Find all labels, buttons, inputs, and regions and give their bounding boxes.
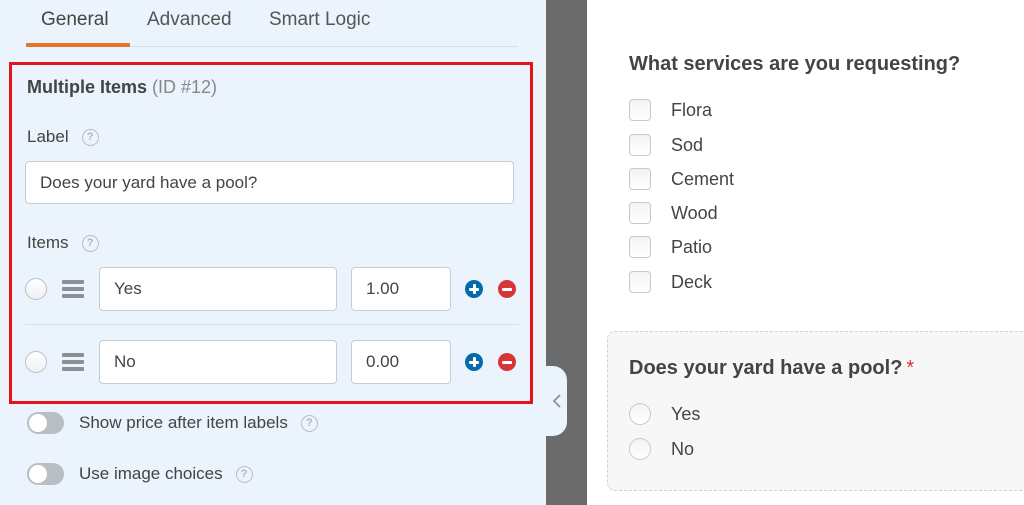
image-choices-label: Use image choices <box>79 464 223 483</box>
choice-price-input[interactable] <box>351 267 451 311</box>
pool-question-text: Does your yard have a pool? <box>629 357 903 379</box>
minus-circle-icon[interactable] <box>498 280 516 298</box>
radio[interactable] <box>629 403 651 425</box>
default-choice-radio[interactable] <box>25 278 47 300</box>
services-question: What services are you requesting? <box>629 53 961 75</box>
help-icon[interactable]: ? <box>81 234 99 252</box>
choice-label-input[interactable] <box>99 340 337 384</box>
checkbox[interactable] <box>629 168 651 190</box>
option-label: No <box>671 438 695 459</box>
plus-circle-icon[interactable] <box>465 280 483 298</box>
required-indicator: * <box>906 357 915 379</box>
services-option[interactable]: Patio <box>629 236 712 258</box>
show-price-toggle[interactable] <box>27 412 64 434</box>
option-label: Cement <box>671 168 735 189</box>
help-icon[interactable]: ? <box>235 465 253 483</box>
option-label: Sod <box>671 134 704 155</box>
field-options-tabs: General Advanced Smart Logic <box>26 0 518 47</box>
tab-smart-logic[interactable]: Smart Logic <box>269 9 370 31</box>
drag-handle-icon[interactable] <box>62 280 84 298</box>
services-option[interactable]: Flora <box>629 99 712 121</box>
show-price-label: Show price after item labels <box>79 413 288 432</box>
field-type-name: Multiple Items <box>27 77 148 97</box>
services-option[interactable]: Sod <box>629 134 703 156</box>
checkbox[interactable] <box>629 202 651 224</box>
checkbox[interactable] <box>629 236 651 258</box>
pool-option[interactable]: Yes <box>629 403 700 425</box>
choice-divider <box>25 324 519 325</box>
choice-label-input[interactable] <box>99 267 337 311</box>
default-choice-radio[interactable] <box>25 351 47 373</box>
option-label: Patio <box>671 236 713 257</box>
option-label: Yes <box>671 403 701 424</box>
form-preview: What services are you requesting? Flora … <box>587 0 1024 505</box>
choice-row <box>25 340 519 384</box>
tab-advanced[interactable]: Advanced <box>147 9 232 31</box>
plus-circle-icon[interactable] <box>465 353 483 371</box>
checkbox[interactable] <box>629 99 651 121</box>
services-option[interactable]: Wood <box>629 202 718 224</box>
choice-price-input[interactable] <box>351 340 451 384</box>
chevron-left-icon <box>552 394 561 408</box>
image-choices-toggle[interactable] <box>27 463 64 485</box>
items-heading-row: Items ? <box>27 233 99 253</box>
field-label-input[interactable] <box>25 161 514 204</box>
checkbox[interactable] <box>629 134 651 156</box>
option-label: Wood <box>671 202 718 223</box>
label-heading: Label <box>27 127 69 146</box>
show-price-toggle-row: Show price after item labels ? <box>27 412 318 434</box>
label-heading-row: Label ? <box>27 127 99 147</box>
drag-handle-icon[interactable] <box>62 353 84 371</box>
radio[interactable] <box>629 438 651 460</box>
help-icon[interactable]: ? <box>81 128 99 146</box>
choice-row <box>25 267 519 311</box>
image-choices-toggle-row: Use image choices ? <box>27 463 253 485</box>
minus-circle-icon[interactable] <box>498 353 516 371</box>
collapse-panel-button[interactable] <box>546 366 567 436</box>
pool-option[interactable]: No <box>629 438 694 460</box>
tab-general[interactable]: General <box>41 9 109 31</box>
checkbox[interactable] <box>629 271 651 293</box>
services-option[interactable]: Cement <box>629 168 734 190</box>
option-label: Deck <box>671 271 713 292</box>
services-option[interactable]: Deck <box>629 271 712 293</box>
field-id: (ID #12) <box>152 77 218 97</box>
items-heading: Items <box>27 233 69 252</box>
pool-question: Does your yard have a pool? * <box>629 357 914 380</box>
help-icon[interactable]: ? <box>300 414 318 432</box>
field-options-panel: General Advanced Smart Logic Multiple It… <box>0 0 546 505</box>
field-title: Multiple Items (ID #12) <box>27 77 217 98</box>
option-label: Flora <box>671 99 713 120</box>
active-tab-indicator <box>26 43 130 47</box>
